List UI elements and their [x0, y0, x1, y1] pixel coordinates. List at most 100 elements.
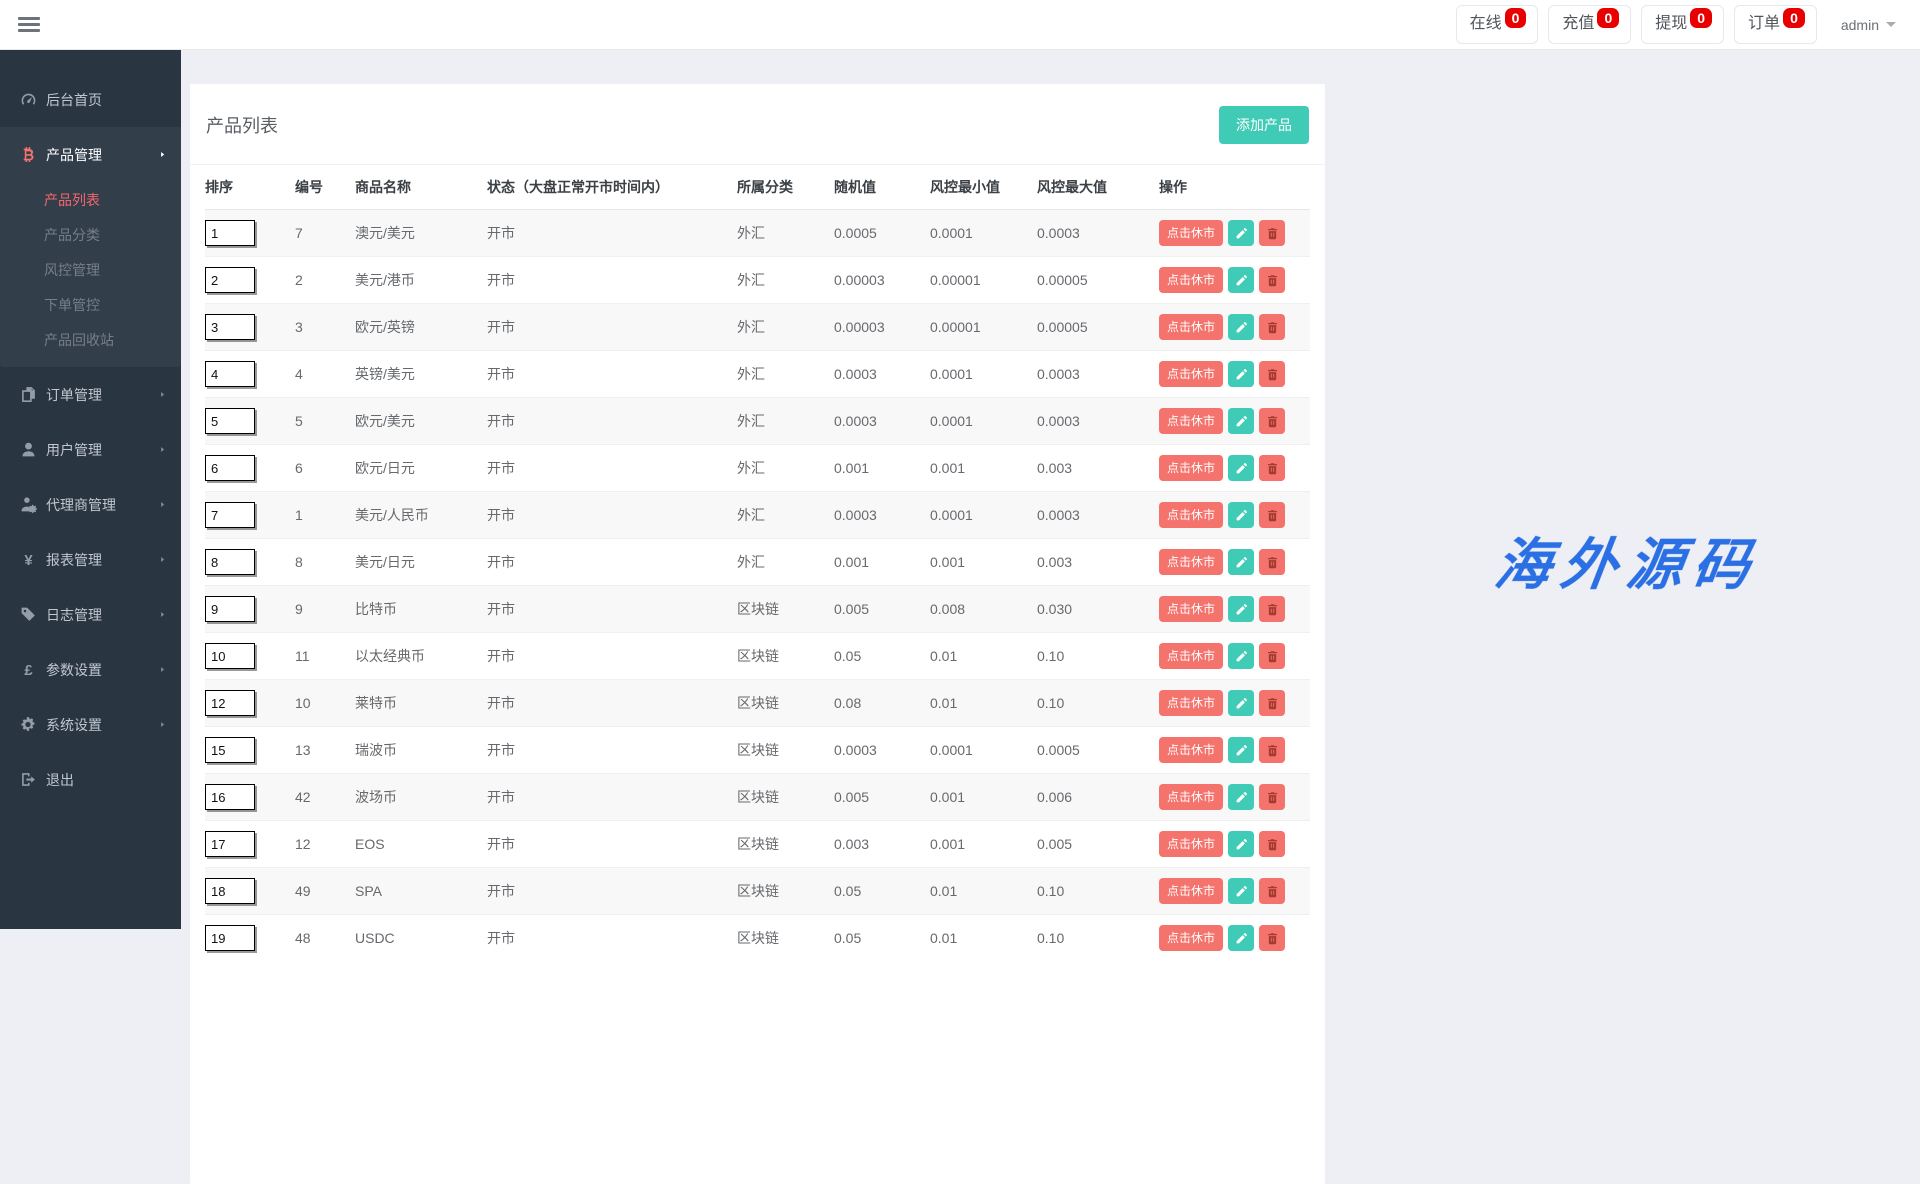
sidebar-item-logout[interactable]: 退出	[0, 752, 181, 807]
stat-withdraw[interactable]: 提现0	[1641, 5, 1724, 44]
stat-recharge[interactable]: 充值0	[1548, 5, 1631, 44]
cell-value: 外汇	[737, 366, 765, 382]
close-market-button[interactable]: 点击休市	[1159, 455, 1223, 481]
edit-button[interactable]	[1228, 361, 1254, 387]
status-cell: 开市	[487, 351, 737, 398]
close-market-button[interactable]: 点击休市	[1159, 549, 1223, 575]
delete-button[interactable]	[1259, 737, 1285, 763]
edit-button[interactable]	[1228, 690, 1254, 716]
sort-input[interactable]	[205, 220, 255, 246]
sort-input[interactable]	[205, 455, 255, 481]
delete-button[interactable]	[1259, 878, 1285, 904]
sort-input[interactable]	[205, 502, 255, 528]
sort-input[interactable]	[205, 784, 255, 810]
delete-button[interactable]	[1259, 643, 1285, 669]
sidebar-item-user-manage[interactable]: 用户管理	[0, 422, 181, 477]
sort-input[interactable]	[205, 596, 255, 622]
add-product-button[interactable]: 添加产品	[1219, 106, 1309, 144]
sidebar-item-agent-manage[interactable]: 代理商管理	[0, 477, 181, 532]
stat-online[interactable]: 在线0	[1456, 5, 1539, 44]
delete-button[interactable]	[1259, 690, 1285, 716]
sidebar-subitem-product-category[interactable]: 产品分类	[0, 217, 181, 252]
delete-button[interactable]	[1259, 784, 1285, 810]
edit-button[interactable]	[1228, 267, 1254, 293]
edit-button[interactable]	[1228, 549, 1254, 575]
delete-button[interactable]	[1259, 502, 1285, 528]
risk_max-cell: 0.10	[1037, 633, 1159, 680]
edit-button[interactable]	[1228, 831, 1254, 857]
actions-cell-wrap: 点击休市	[1159, 633, 1310, 680]
cell-value: SPA	[355, 883, 382, 899]
sort-input[interactable]	[205, 267, 255, 293]
column-header: 状态（大盘正常开市时间内）	[487, 165, 737, 210]
sidebar-item-report-manage[interactable]: ¥报表管理	[0, 532, 181, 587]
signout-icon	[20, 771, 37, 788]
sort-input[interactable]	[205, 831, 255, 857]
sidebar-item-products[interactable]: 产品管理	[0, 127, 181, 182]
sidebar-subitem-product-recycle[interactable]: 产品回收站	[0, 322, 181, 357]
delete-button[interactable]	[1259, 408, 1285, 434]
delete-button[interactable]	[1259, 596, 1285, 622]
sort-input[interactable]	[205, 643, 255, 669]
close-market-button[interactable]: 点击休市	[1159, 361, 1223, 387]
sort-input[interactable]	[205, 690, 255, 716]
close-market-button[interactable]: 点击休市	[1159, 878, 1223, 904]
edit-button[interactable]	[1228, 737, 1254, 763]
edit-button[interactable]	[1228, 502, 1254, 528]
sidebar-item-order-manage[interactable]: 订单管理	[0, 367, 181, 422]
close-market-button[interactable]: 点击休市	[1159, 408, 1223, 434]
delete-button[interactable]	[1259, 220, 1285, 246]
sort-input[interactable]	[205, 314, 255, 340]
sidebar-item-dashboard[interactable]: 后台首页	[0, 72, 181, 127]
edit-button[interactable]	[1228, 408, 1254, 434]
delete-button[interactable]	[1259, 831, 1285, 857]
close-market-button[interactable]: 点击休市	[1159, 220, 1223, 246]
sort-input[interactable]	[205, 737, 255, 763]
sidebar-item-sys-settings[interactable]: 系统设置	[0, 697, 181, 752]
actions-cell-wrap: 点击休市	[1159, 868, 1310, 915]
trash-icon	[1266, 603, 1279, 616]
edit-button[interactable]	[1228, 784, 1254, 810]
delete-button[interactable]	[1259, 549, 1285, 575]
stat-orders[interactable]: 订单0	[1734, 5, 1817, 44]
edit-button[interactable]	[1228, 596, 1254, 622]
sort-input[interactable]	[205, 878, 255, 904]
hamburger-menu-icon[interactable]	[18, 14, 40, 35]
sidebar-item-param-settings[interactable]: £参数设置	[0, 642, 181, 697]
sort-input[interactable]	[205, 549, 255, 575]
trash-icon	[1266, 462, 1279, 475]
close-market-button[interactable]: 点击休市	[1159, 690, 1223, 716]
random-cell: 0.00003	[834, 257, 930, 304]
delete-button[interactable]	[1259, 314, 1285, 340]
close-market-button[interactable]: 点击休市	[1159, 267, 1223, 293]
edit-button[interactable]	[1228, 643, 1254, 669]
sort-input[interactable]	[205, 361, 255, 387]
cell-value: 区块链	[737, 742, 779, 758]
sidebar-item-log-manage[interactable]: 日志管理	[0, 587, 181, 642]
close-market-button[interactable]: 点击休市	[1159, 314, 1223, 340]
trash-icon	[1266, 556, 1279, 569]
chevron-down-icon	[1886, 22, 1896, 27]
edit-button[interactable]	[1228, 314, 1254, 340]
delete-button[interactable]	[1259, 361, 1285, 387]
sort-input[interactable]	[205, 408, 255, 434]
close-market-button[interactable]: 点击休市	[1159, 643, 1223, 669]
close-market-button[interactable]: 点击休市	[1159, 596, 1223, 622]
close-market-button[interactable]: 点击休市	[1159, 831, 1223, 857]
edit-button[interactable]	[1228, 878, 1254, 904]
sidebar-subitem-risk-manage[interactable]: 风控管理	[0, 252, 181, 287]
close-market-button[interactable]: 点击休市	[1159, 784, 1223, 810]
edit-button[interactable]	[1228, 455, 1254, 481]
close-market-button[interactable]: 点击休市	[1159, 502, 1223, 528]
sidebar-subitem-product-list[interactable]: 产品列表	[0, 182, 181, 217]
sidebar-subitem-order-control[interactable]: 下单管控	[0, 287, 181, 322]
delete-button[interactable]	[1259, 267, 1285, 293]
edit-button[interactable]	[1228, 220, 1254, 246]
close-market-button[interactable]: 点击休市	[1159, 737, 1223, 763]
table-row: 5欧元/美元开市外汇0.00030.00010.0003点击休市	[205, 398, 1310, 445]
delete-button[interactable]	[1259, 455, 1285, 481]
chevron-right-icon	[158, 555, 167, 564]
risk_min-cell: 0.0001	[930, 210, 1037, 257]
admin-dropdown[interactable]: admin	[1835, 9, 1902, 41]
cell-value: 0.00003	[834, 272, 885, 288]
